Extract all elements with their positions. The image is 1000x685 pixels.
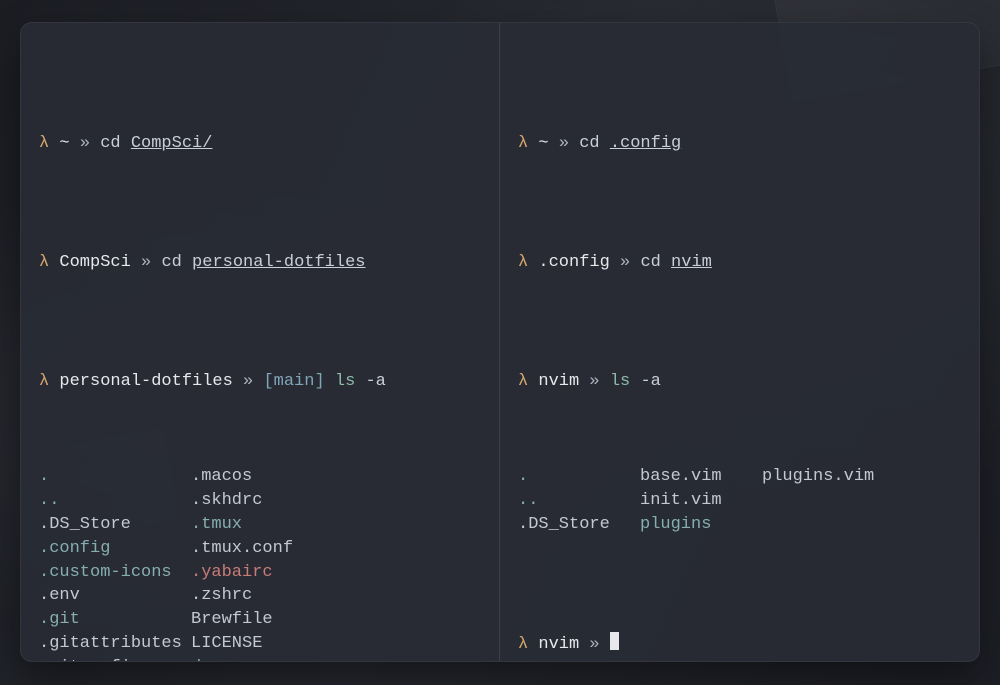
- ls-output: ..macos...skhdrc.DS_Store.tmux.config.tm…: [39, 465, 483, 661]
- ls-entry: .DS_Store: [518, 513, 640, 537]
- lambda-icon: λ: [518, 134, 528, 153]
- ls-entry: .env: [39, 584, 191, 608]
- ls-entry: Brewfile: [191, 608, 483, 632]
- ls-entry: .DS_Store: [39, 513, 191, 537]
- terminal-window: λ ~ » cd CompSci/ λ CompSci » cd persona…: [20, 22, 980, 662]
- terminal-pane-right[interactable]: λ ~ » cd .config λ .config » cd nvim λ n…: [500, 23, 979, 661]
- ls-entry: .tmux.conf: [191, 537, 483, 561]
- shell-history-line: λ ~ » cd CompSci/: [39, 108, 483, 156]
- ls-entry: .tmux: [191, 513, 483, 537]
- ls-entry: .yabairc: [191, 561, 483, 585]
- ls-entry: base.vim: [640, 465, 762, 489]
- shell-history-line: λ ~ » cd .config: [518, 108, 963, 156]
- ls-entry: ..: [518, 489, 640, 513]
- ls-entry: ..: [39, 489, 191, 513]
- cursor-icon: [610, 632, 619, 650]
- shell-prompt-current[interactable]: λ nvim »: [518, 608, 963, 657]
- ls-entry: .custom-icons: [39, 561, 191, 585]
- ls-entry: LICENSE: [191, 632, 483, 656]
- shell-history-line: λ personal-dotfiles » [main] ls -a: [39, 346, 483, 394]
- ls-entry: .: [518, 465, 640, 489]
- ls-entry: init.vim: [640, 489, 762, 513]
- ls-entry: .zshrc: [191, 584, 483, 608]
- shell-history-line: λ nvim » ls -a: [518, 346, 963, 394]
- ls-entry: plugins: [640, 513, 762, 537]
- terminal-pane-left[interactable]: λ ~ » cd CompSci/ λ CompSci » cd persona…: [21, 23, 500, 661]
- ls-entry: docs: [191, 656, 483, 661]
- lambda-icon: λ: [39, 253, 49, 272]
- ls-output: .base.vimplugins.vim..init.vim.DS_Storep…: [518, 465, 963, 536]
- shell-history-line: λ CompSci » cd personal-dotfiles: [39, 227, 483, 275]
- ls-entry: .gitconfig: [39, 656, 191, 661]
- ls-entry: .config: [39, 537, 191, 561]
- ls-entry: .: [39, 465, 191, 489]
- shell-history-line: λ .config » cd nvim: [518, 227, 963, 275]
- ls-entry: .gitattributes: [39, 632, 191, 656]
- lambda-icon: λ: [518, 253, 528, 272]
- ls-entry: .git: [39, 608, 191, 632]
- ls-entry: [762, 489, 963, 513]
- ls-entry: [762, 513, 963, 537]
- ls-entry: .macos: [191, 465, 483, 489]
- ls-entry: plugins.vim: [762, 465, 963, 489]
- lambda-icon: λ: [39, 372, 49, 391]
- lambda-icon: λ: [518, 635, 528, 654]
- ls-entry: .skhdrc: [191, 489, 483, 513]
- lambda-icon: λ: [518, 372, 528, 391]
- lambda-icon: λ: [39, 134, 49, 153]
